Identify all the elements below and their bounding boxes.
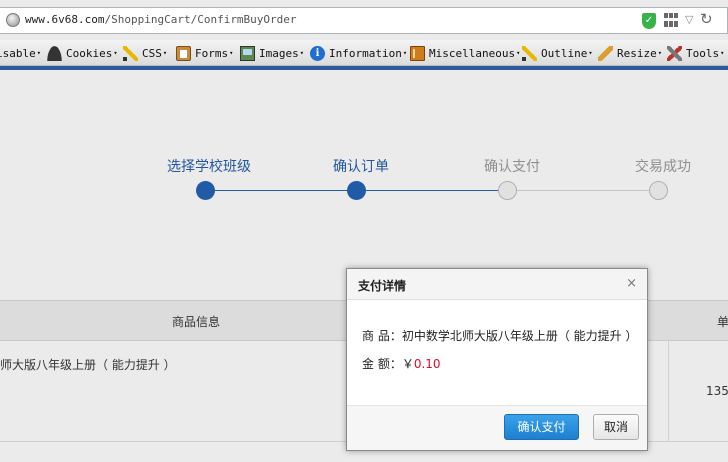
dialog-header: 支付详情 × bbox=[347, 269, 647, 300]
reload-icon[interactable]: ↻ bbox=[700, 10, 713, 28]
toolbar-forms-menu[interactable]: Forms ▾ bbox=[176, 40, 233, 66]
toolbar-cookies-menu[interactable]: Cookies ▾ bbox=[47, 40, 118, 66]
toolbar-tools-label: Tools bbox=[686, 46, 720, 60]
step-connector bbox=[508, 190, 659, 191]
toolbar-forms-label: Forms bbox=[195, 46, 229, 60]
cookie-icon bbox=[47, 45, 62, 61]
step-dot-done bbox=[196, 181, 215, 200]
column-header-price: 单 bbox=[717, 315, 728, 329]
toolbar-outline-menu[interactable]: Outline ▾ bbox=[522, 40, 593, 66]
address-bar[interactable]: www.6v68.com/ShoppingCart/ConfirmBuyOrde… bbox=[0, 7, 728, 34]
currency-symbol: ￥ bbox=[401, 357, 414, 371]
toolbar-disable-label: isable bbox=[0, 46, 36, 60]
row-product-name: 师大版八年级上册（ 能力提升 ） bbox=[0, 358, 176, 372]
toolbar-images-menu[interactable]: Images ▾ bbox=[240, 40, 304, 66]
toolbar-miscellaneous-label: Miscellaneous bbox=[429, 46, 516, 60]
amount-row: 金 额：￥0.10 bbox=[362, 355, 441, 372]
product-value: 初中数学北师大版八年级上册（ 能力提升 ） bbox=[401, 329, 638, 343]
toolbar-disable-menu[interactable]: isable▾ bbox=[0, 40, 41, 66]
toolbar-resize-menu[interactable]: Resize ▾ bbox=[598, 40, 662, 66]
step-connector bbox=[357, 190, 508, 191]
url-host: www.6v68.com bbox=[25, 13, 105, 26]
globe-icon bbox=[6, 13, 20, 27]
pencil-icon bbox=[123, 45, 138, 61]
ruler-icon bbox=[598, 45, 613, 61]
amount-value: 0.10 bbox=[413, 357, 441, 371]
toolbar-images-label: Images bbox=[259, 46, 299, 60]
site-header-bar bbox=[0, 66, 728, 70]
payment-details-dialog: 支付详情 × 商 品：初中数学北师大版八年级上册（ 能力提升 ） 金 额：￥0.… bbox=[346, 268, 648, 451]
column-header-product: 商品信息 bbox=[172, 315, 221, 329]
confirm-payment-button[interactable]: 确认支付 bbox=[504, 414, 579, 440]
toolbar-css-label: CSS bbox=[142, 46, 162, 60]
book-icon bbox=[410, 45, 425, 61]
step-label-confirm-order: 确认订单 bbox=[333, 159, 389, 175]
step-dot-done bbox=[347, 181, 366, 200]
toolbar-tools-menu[interactable]: Tools ▾ bbox=[667, 40, 724, 66]
clipboard-icon bbox=[176, 45, 191, 61]
cancel-button[interactable]: 取消 bbox=[593, 414, 639, 440]
dropdown-arrow-icon[interactable]: ▽ bbox=[685, 13, 693, 26]
dialog-title: 支付详情 bbox=[358, 279, 407, 293]
amount-label: 金 额： bbox=[362, 357, 402, 371]
toolbar-outline-label: Outline bbox=[541, 46, 588, 60]
qr-code-icon[interactable] bbox=[664, 13, 678, 27]
url-path: /ShoppingCart/ConfirmBuyOrder bbox=[104, 13, 297, 26]
step-label-trade-success: 交易成功 bbox=[635, 159, 691, 175]
toolbar-information-menu[interactable]: i Information ▾ bbox=[310, 40, 407, 66]
info-icon: i bbox=[310, 45, 325, 61]
tools-icon bbox=[667, 45, 682, 61]
url-text[interactable]: www.6v68.com/ShoppingCart/ConfirmBuyOrde… bbox=[25, 13, 297, 26]
column-divider bbox=[668, 341, 669, 441]
dialog-body: 商 品：初中数学北师大版八年级上册（ 能力提升 ） 金 额：￥0.10 bbox=[347, 300, 647, 406]
toolbar-information-label: Information bbox=[329, 46, 402, 60]
step-connector bbox=[206, 190, 357, 191]
step-dot-pending bbox=[649, 181, 668, 200]
security-shield-icon[interactable]: ✓ bbox=[642, 13, 656, 29]
toolbar-css-menu[interactable]: CSS ▾ bbox=[123, 40, 167, 66]
step-label-confirm-payment: 确认支付 bbox=[484, 159, 540, 175]
image-icon bbox=[240, 45, 255, 61]
toolbar-cookies-label: Cookies bbox=[66, 46, 113, 60]
row-number: 135 bbox=[706, 384, 728, 398]
step-dot-pending bbox=[498, 181, 517, 200]
pencil-icon bbox=[522, 45, 537, 61]
product-row: 商 品：初中数学北师大版八年级上册（ 能力提升 ） bbox=[362, 327, 637, 344]
web-developer-toolbar: isable▾ Cookies▾ CSS▾ Forms▾ Images▾ i In… bbox=[0, 40, 728, 66]
toolbar-miscellaneous-menu[interactable]: Miscellaneous ▾ bbox=[410, 40, 520, 66]
step-label-select-school: 选择学校班级 bbox=[167, 159, 251, 175]
dialog-footer: 确认支付 取消 bbox=[347, 406, 647, 450]
product-label: 商 品： bbox=[362, 329, 402, 343]
toolbar-resize-label: Resize bbox=[617, 46, 657, 60]
close-icon[interactable]: × bbox=[626, 276, 637, 291]
